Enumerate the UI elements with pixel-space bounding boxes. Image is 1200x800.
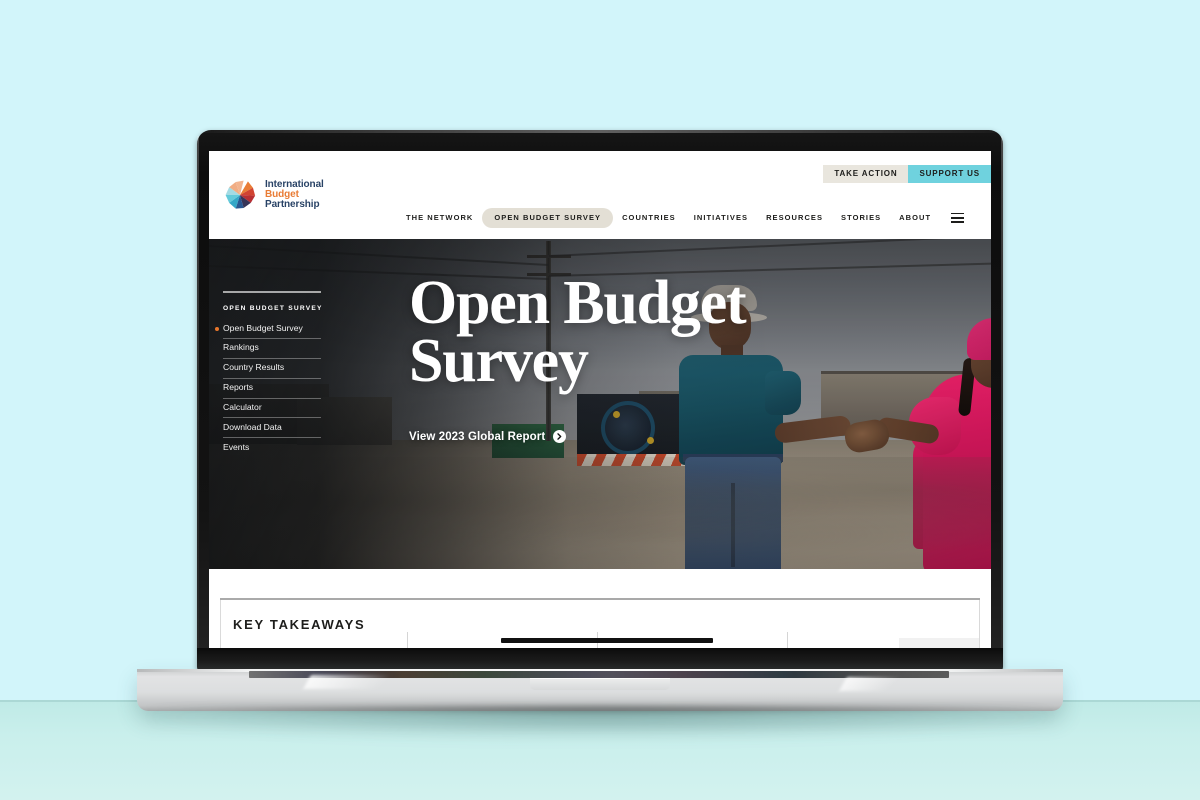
sidebar-item-reports[interactable]: Reports: [223, 379, 321, 399]
view-global-report-link[interactable]: View 2023 Global Report: [409, 430, 746, 444]
takeaway-card-placeholder: [899, 638, 979, 648]
column-divider: [407, 632, 408, 648]
trackpad-notch: [530, 678, 670, 690]
hamburger-menu-icon[interactable]: [948, 210, 967, 226]
sidebar-item-label: Rankings: [223, 342, 259, 353]
deck-highlight-left: [303, 675, 421, 689]
hero-cta-label: View 2023 Global Report: [409, 430, 546, 443]
content-gap-band: [209, 569, 991, 601]
sidebar-item-label: Download Data: [223, 421, 282, 432]
column-divider: [787, 632, 788, 648]
nav-item-about[interactable]: ABOUT: [890, 208, 940, 228]
sidebar-top-rule: [223, 291, 321, 293]
sidebar-item-calculator[interactable]: Calculator: [223, 399, 321, 419]
laptop-screen: TAKE ACTION SUPPORT US International Bud…: [209, 151, 991, 648]
sidebar-item-country-results[interactable]: Country Results: [223, 359, 321, 379]
sidebar-item-open-budget-survey[interactable]: Open Budget Survey: [215, 319, 321, 339]
support-us-button[interactable]: SUPPORT US: [908, 165, 991, 183]
key-takeaways-heading: KEY TAKEAWAYS: [233, 617, 366, 632]
hero-title-line-2: Survey: [409, 326, 589, 395]
key-takeaways-section: KEY TAKEAWAYS: [220, 600, 980, 648]
lid-left-highlight: [197, 136, 199, 656]
takeaway-progress-bar: [501, 638, 713, 643]
main-navigation: THE NETWORK OPEN BUDGET SURVEY COUNTRIES…: [397, 208, 967, 228]
active-marker-dot: [215, 326, 219, 331]
sidebar-title: OPEN BUDGET SURVEY: [223, 304, 323, 312]
laptop-floor-shadow: [150, 712, 1050, 738]
website-viewport: TAKE ACTION SUPPORT US International Bud…: [209, 151, 991, 648]
pinwheel-logo-icon: [222, 177, 258, 213]
nav-item-open-budget-survey[interactable]: OPEN BUDGET SURVEY: [482, 208, 614, 228]
take-action-button[interactable]: TAKE ACTION: [823, 165, 909, 183]
laptop-mockup: TAKE ACTION SUPPORT US International Bud…: [0, 0, 1200, 800]
site-logo[interactable]: International Budget Partnership: [222, 177, 324, 213]
arrow-right-circle-icon: [553, 430, 567, 444]
utility-bar: TAKE ACTION SUPPORT US: [823, 165, 991, 183]
lid-top-highlight: [197, 130, 1003, 133]
hero-title-line-1: Open Budget: [409, 269, 747, 337]
sidebar-item-label: Reports: [223, 382, 254, 393]
nav-item-resources[interactable]: RESOURCES: [757, 208, 832, 228]
hero-section: OPEN BUDGET SURVEY Open Budget Survey Ra…: [209, 239, 991, 569]
sidebar-item-label: Country Results: [223, 362, 285, 373]
nav-item-stories[interactable]: STORIES: [832, 208, 890, 228]
sidebar-item-label: Calculator: [223, 402, 262, 413]
nav-item-initiatives[interactable]: INITIATIVES: [685, 208, 757, 228]
logo-line-partnership: Partnership: [265, 199, 320, 211]
sidebar-item-label: Events: [223, 441, 250, 452]
nav-item-countries[interactable]: COUNTRIES: [613, 208, 685, 228]
sidebar-item-download-data[interactable]: Download Data: [223, 418, 321, 439]
hero-copy: Open Budget Survey View 2023 Global Repo…: [409, 269, 747, 444]
hero-sidebar: OPEN BUDGET SURVEY Open Budget Survey Ra…: [215, 291, 323, 457]
lid-right-highlight: [1001, 136, 1003, 656]
sidebar-item-rankings[interactable]: Rankings: [223, 339, 321, 359]
laptop-base: [137, 669, 1063, 711]
nav-item-the-network[interactable]: THE NETWORK: [397, 208, 482, 228]
logo-wordmark: International Budget Partnership: [265, 179, 324, 211]
sidebar-item-label: Open Budget Survey: [223, 322, 303, 333]
sidebar-item-events[interactable]: Events: [223, 438, 321, 457]
deck-highlight-right: [839, 677, 917, 691]
